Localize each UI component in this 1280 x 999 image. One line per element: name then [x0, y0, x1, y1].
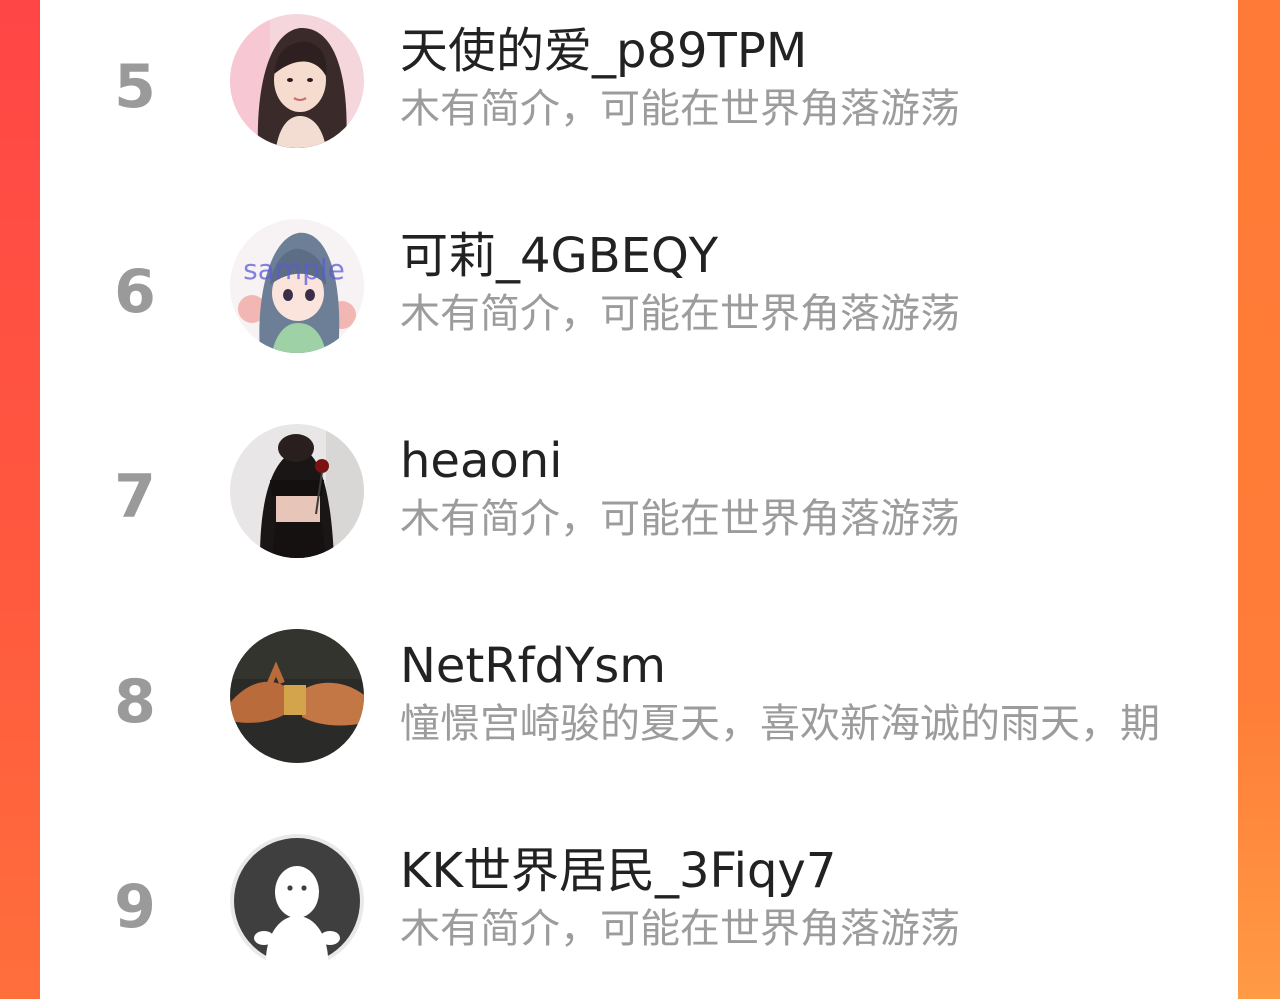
- user-avatar[interactable]: [230, 629, 364, 763]
- ranking-row[interactable]: 6 sample 可莉_4GBEQY 木有简介，可能在世界角落游荡: [40, 210, 1238, 360]
- avatar-girl-photo-icon: [230, 14, 364, 148]
- user-avatar[interactable]: [230, 14, 364, 148]
- user-bio: 憧憬宫崎骏的夏天，喜欢新海诚的雨天，期: [400, 701, 1160, 747]
- default-avatar-icon: [230, 834, 364, 968]
- user-avatar[interactable]: [230, 424, 364, 558]
- user-bio: 木有简介，可能在世界角落游荡: [400, 496, 960, 542]
- user-name[interactable]: heaoni: [400, 437, 563, 485]
- rank-number: 7: [114, 462, 156, 532]
- left-gradient-border: [0, 0, 40, 999]
- user-bio: 木有简介，可能在世界角落游荡: [400, 291, 960, 337]
- ranking-row[interactable]: 5 天使的爱_p89TPM 木有简介，可能在世界角落游荡: [40, 5, 1238, 155]
- user-name[interactable]: 天使的爱_p89TPM: [400, 27, 807, 75]
- rank-number: 8: [114, 667, 156, 737]
- ranking-list-panel: 5 天使的爱_p89TPM 木有简介，可能在世界角落游荡 6 sample 可莉…: [40, 0, 1238, 999]
- right-gradient-border: [1238, 0, 1280, 999]
- avatar-hands-photo-icon: [230, 629, 364, 763]
- avatar-anime-illustration-icon: sample: [230, 219, 364, 353]
- ranking-row[interactable]: 8 NetRfdYsm 憧憬宫崎骏的夏天，喜欢新海诚的雨天，期: [40, 620, 1238, 770]
- user-name[interactable]: NetRfdYsm: [400, 642, 666, 690]
- user-avatar[interactable]: sample: [230, 219, 364, 353]
- user-bio: 木有简介，可能在世界角落游荡: [400, 906, 960, 952]
- ranking-row[interactable]: 9 KK世界居民_3Fiqy7 木有简介，可能在世界角落游荡: [40, 825, 1238, 975]
- user-bio: 木有简介，可能在世界角落游荡: [400, 86, 960, 132]
- rank-number: 6: [114, 257, 156, 327]
- rank-number: 9: [114, 872, 156, 942]
- user-name[interactable]: KK世界居民_3Fiqy7: [400, 847, 836, 895]
- rank-number: 5: [114, 52, 156, 122]
- avatar-watermark: sample: [243, 253, 345, 286]
- ranking-row[interactable]: 7 heaoni 木有简介，可能在世界角落游荡: [40, 415, 1238, 565]
- user-name[interactable]: 可莉_4GBEQY: [400, 232, 718, 280]
- avatar-dark-photo-icon: [230, 424, 364, 558]
- user-avatar[interactable]: [230, 834, 364, 968]
